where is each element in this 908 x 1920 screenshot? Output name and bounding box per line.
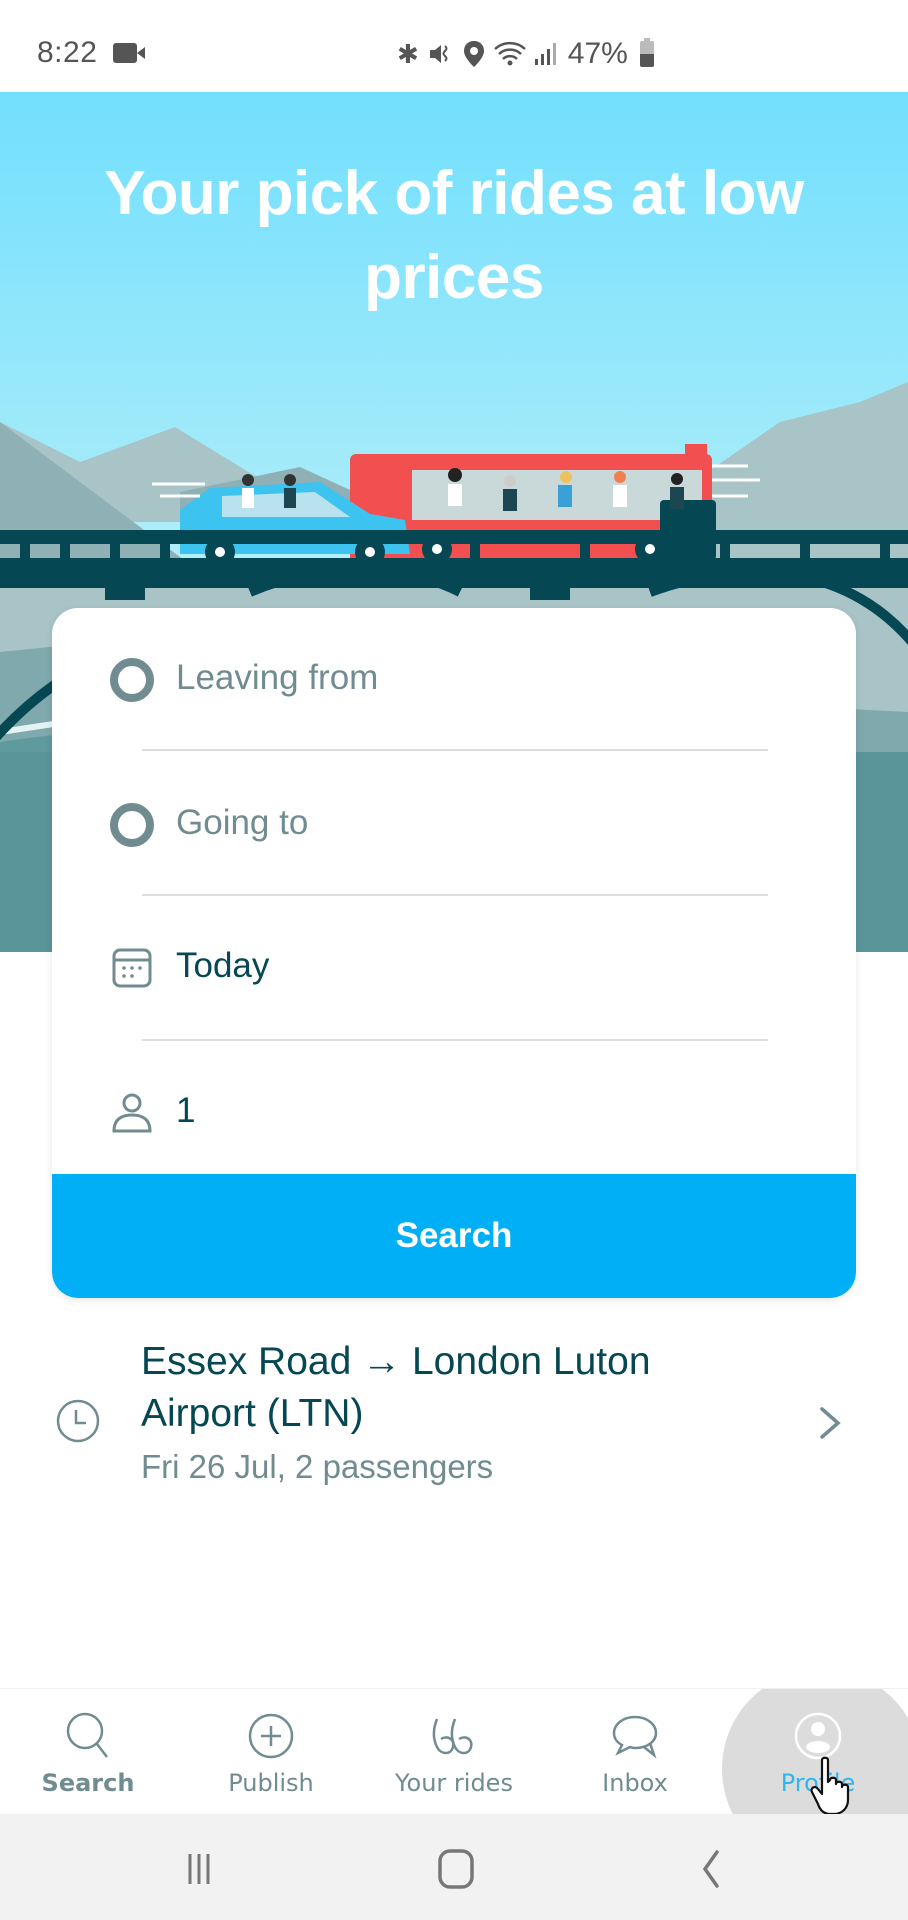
nav-item-search[interactable]: Search	[8, 1689, 168, 1814]
recent-details: Fri 26 Jul, 2 passengers	[141, 1448, 494, 1485]
bottom-nav: Search Publish Your rides Inbox Profile	[0, 1688, 908, 1814]
passengers-value: 1	[176, 1091, 196, 1130]
system-nav-bar	[0, 1814, 908, 1920]
mute-vibrate-icon	[429, 45, 448, 63]
date-field[interactable]: Today	[52, 898, 856, 1042]
person-icon	[112, 1093, 152, 1133]
recent-route: Essex Road → London Luton Airport (LTN)	[141, 1340, 651, 1435]
rides-icon	[432, 1718, 473, 1755]
back-icon[interactable]	[681, 1844, 741, 1894]
plus-circle-icon	[248, 1713, 294, 1759]
passengers-field[interactable]: 1	[52, 1043, 856, 1187]
divider	[142, 749, 768, 751]
destination-circle-icon	[110, 803, 154, 847]
nav-label-publish: Publish	[228, 1769, 314, 1797]
status-icons: ✱ 47%	[397, 36, 654, 72]
nav-item-inbox[interactable]: Inbox	[555, 1689, 715, 1814]
bluetooth-icon: ✱	[397, 38, 419, 69]
bridge-deck	[0, 530, 908, 544]
nav-label-your-rides: Your rides	[395, 1769, 513, 1797]
nav-item-publish[interactable]: Publish	[191, 1689, 351, 1814]
recent-search-item[interactable]: Essex Road → London Luton Airport (LTN) …	[0, 1330, 908, 1500]
search-button[interactable]: Search	[52, 1174, 856, 1298]
divider	[142, 1039, 768, 1041]
wifi-icon	[493, 41, 526, 66]
home-icon[interactable]	[426, 1844, 486, 1894]
clock-icon	[56, 1399, 100, 1443]
status-time: 8:22	[37, 36, 98, 69]
hand-cursor-icon	[810, 1756, 850, 1816]
calendar-icon	[112, 948, 152, 988]
profile-icon	[794, 1712, 842, 1760]
leaving-from-field[interactable]: Leaving from	[52, 608, 856, 752]
search-card: Leaving from Going to Today 1 Search	[52, 608, 856, 1298]
battery-percent: 47%	[567, 37, 628, 70]
date-value: Today	[176, 946, 270, 985]
search-icon	[66, 1712, 108, 1758]
chat-icon	[612, 1715, 658, 1759]
hero-title: Your pick of rides at low prices	[104, 159, 804, 312]
battery-icon	[639, 38, 654, 67]
location-icon	[463, 41, 484, 67]
chevron-right-icon	[820, 1407, 841, 1439]
recent-apps-icon[interactable]	[172, 1844, 232, 1894]
nav-label-search: Search	[41, 1769, 135, 1797]
video-camera-icon	[113, 43, 145, 63]
going-to-placeholder: Going to	[176, 803, 309, 842]
nav-label-inbox: Inbox	[602, 1769, 668, 1797]
origin-circle-icon	[110, 658, 154, 702]
leaving-from-placeholder: Leaving from	[176, 658, 379, 697]
nav-item-your-rides[interactable]: Your rides	[374, 1689, 534, 1814]
going-to-field[interactable]: Going to	[52, 753, 856, 897]
signal-icon	[534, 43, 556, 65]
status-bar: 8:22 ✱ 47%	[0, 0, 908, 92]
divider	[142, 894, 768, 896]
